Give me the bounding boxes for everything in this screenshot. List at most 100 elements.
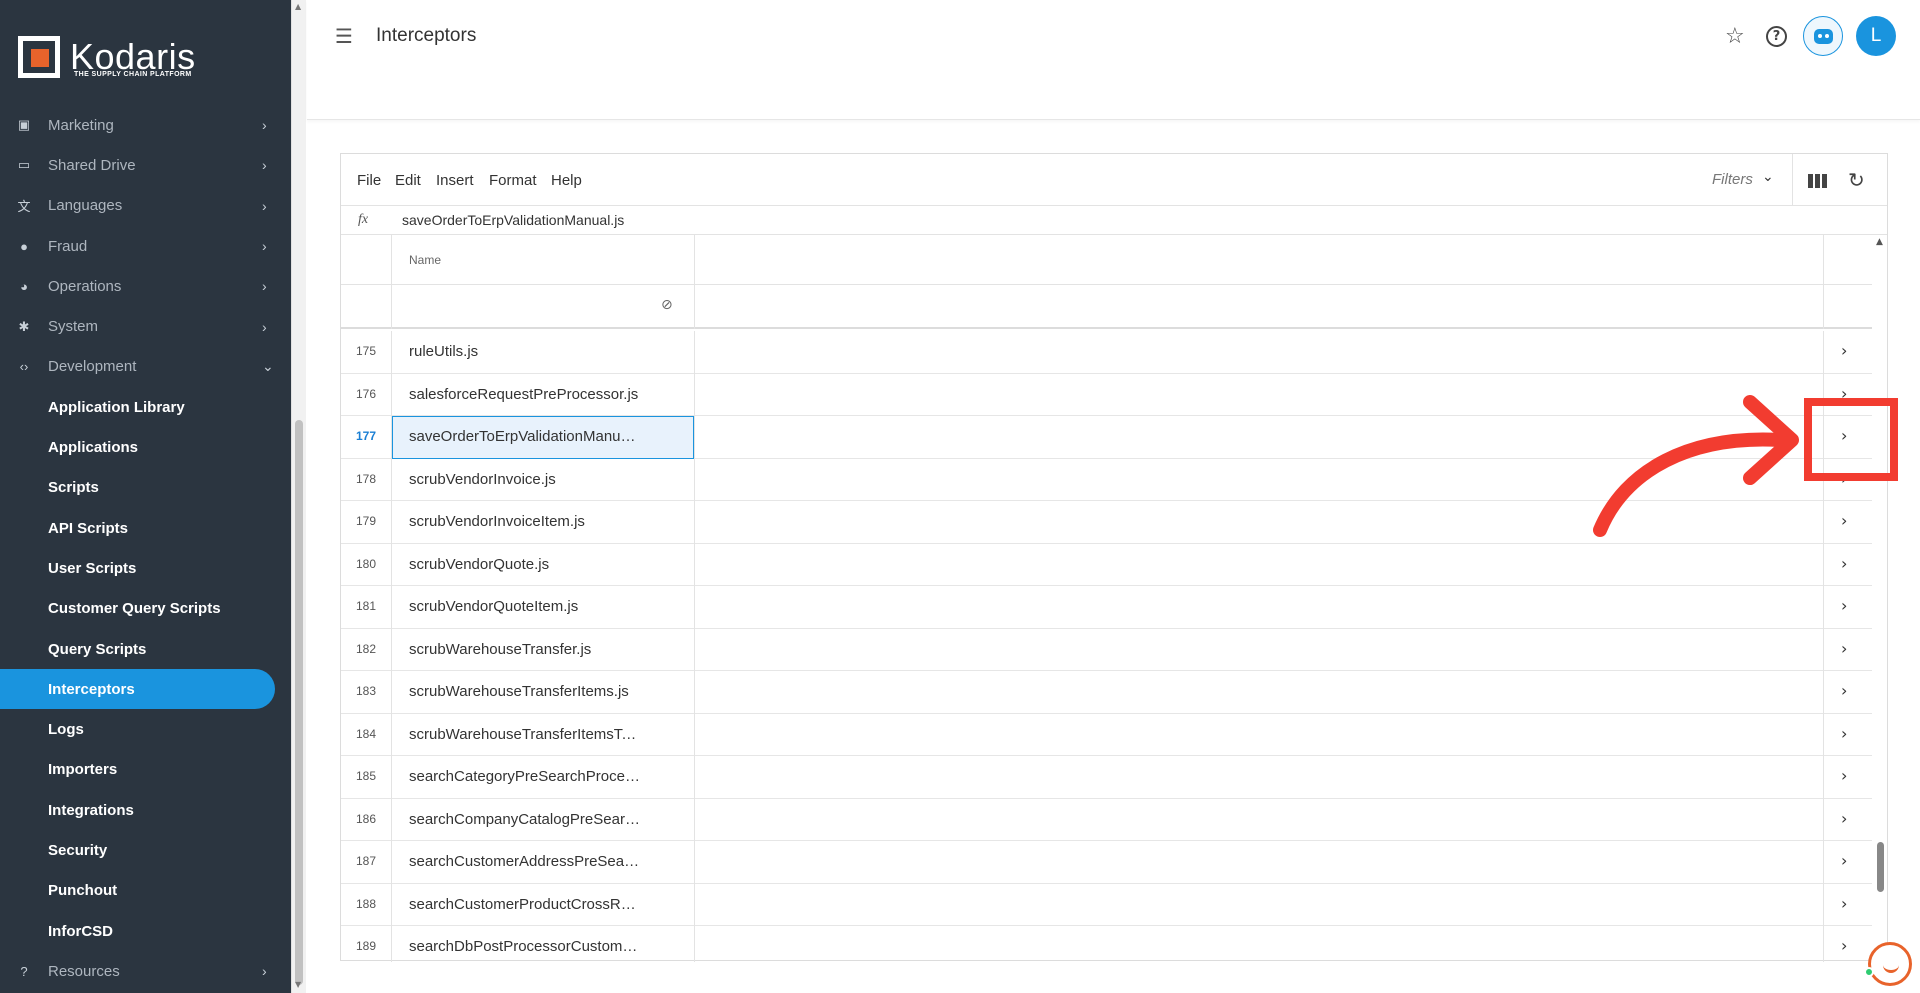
table-row[interactable]: 189 searchDbPostProcessorCustomFields.js › xyxy=(341,926,1872,962)
table-row[interactable]: 180 scrubVendorQuote.js › xyxy=(341,543,1872,587)
name-cell[interactable]: searchCustomerProductCrossReference... xyxy=(409,896,641,913)
chevron-right-icon: › xyxy=(262,278,267,295)
help-circle-icon: ? xyxy=(20,963,28,979)
name-cell[interactable]: saveOrderToErpValidationManual.js xyxy=(409,428,641,445)
chevron-right-icon[interactable]: › xyxy=(1841,809,1847,828)
table-row[interactable]: 182 scrubWarehouseTransfer.js › xyxy=(341,628,1872,672)
sidebar-item-customer-query-scripts[interactable]: Customer Query Scripts xyxy=(0,589,291,629)
sidebar-item-logs[interactable]: Logs xyxy=(0,709,291,749)
help-icon[interactable]: ? xyxy=(1766,26,1787,47)
name-cell[interactable]: ruleUtils.js xyxy=(409,343,641,360)
name-cell[interactable]: scrubVendorQuote.js xyxy=(409,556,641,573)
scroll-up-icon[interactable]: ▲ xyxy=(1876,237,1883,247)
sidebar-item-fraud[interactable]: ● Fraud › xyxy=(0,226,291,266)
sidebar-item-inforcsd[interactable]: InforCSD xyxy=(0,911,291,951)
chat-widget-icon[interactable] xyxy=(1868,942,1912,986)
name-cell[interactable]: salesforceRequestPreProcessor.js xyxy=(409,386,641,403)
chevron-right-icon[interactable]: › xyxy=(1841,851,1847,870)
table-row[interactable]: 185 searchCategoryPreSearchProcessor.js › xyxy=(341,756,1872,799)
sidebar-scroll-thumb[interactable] xyxy=(295,420,303,985)
sidebar-item-label: User Scripts xyxy=(48,559,137,577)
row-number: 182 xyxy=(355,641,377,656)
sidebar-item-punchout[interactable]: Punchout xyxy=(0,871,291,911)
chevron-down-icon[interactable]: ⌄ xyxy=(1762,169,1774,185)
menu-help[interactable]: Help xyxy=(551,172,582,189)
grid-scrollbar[interactable]: ▲ xyxy=(1874,235,1887,962)
table-row[interactable]: 175 ruleUtils.js › xyxy=(341,331,1872,374)
row-number: 175 xyxy=(355,344,377,358)
sidebar-item-applications[interactable]: Applications xyxy=(0,427,291,467)
table-row[interactable]: 181 scrubVendorQuoteItem.js › xyxy=(341,586,1872,629)
sidebar-scrollbar[interactable]: ▲ ▼ xyxy=(291,0,306,993)
menu-edit[interactable]: Edit xyxy=(395,172,421,189)
sidebar-item-resources[interactable]: ? Resources › xyxy=(0,951,291,991)
filters-dropdown[interactable]: Filters xyxy=(1712,171,1753,188)
formula-input[interactable]: saveOrderToErpValidationManual.js xyxy=(402,212,624,228)
menu-insert[interactable]: Insert xyxy=(436,172,474,189)
chevron-right-icon[interactable]: › xyxy=(1841,766,1847,785)
avatar[interactable]: L xyxy=(1856,16,1896,56)
sidebar-item-integrations[interactable]: Integrations xyxy=(0,790,291,830)
chevron-right-icon[interactable]: › xyxy=(1841,936,1847,955)
sidebar-item-development[interactable]: ‹› Development ⌄ xyxy=(0,347,291,387)
chevron-down-icon: ⌄ xyxy=(262,358,274,375)
sidebar-item-query-scripts[interactable]: Query Scripts xyxy=(0,629,291,669)
sidebar-item-system[interactable]: ✱ System › xyxy=(0,306,291,346)
sidebar-item-security[interactable]: Security xyxy=(0,830,291,870)
chevron-right-icon[interactable]: › xyxy=(1841,596,1847,615)
sidebar-item-label: Applications xyxy=(48,439,139,457)
sidebar-item-application-library[interactable]: Application Library xyxy=(0,387,291,427)
table-row[interactable]: 188 searchCustomerProductCrossReference..… xyxy=(341,883,1872,927)
table-row[interactable]: 183 scrubWarehouseTransferItems.js › xyxy=(341,671,1872,714)
menu-format[interactable]: Format xyxy=(489,172,537,189)
sidebar-item-interceptors[interactable]: Interceptors xyxy=(0,669,275,710)
column-header-name[interactable]: Name xyxy=(409,253,441,267)
chart-pie-icon: ◕ xyxy=(20,278,28,294)
chevron-right-icon[interactable]: › xyxy=(1841,341,1847,360)
assistant-bot-button[interactable] xyxy=(1803,16,1843,56)
row-number: 186 xyxy=(355,811,377,826)
sidebar-item-api-scripts[interactable]: API Scripts xyxy=(0,508,291,548)
table-row[interactable]: 187 searchCustomerAddressPreSearchProc...… xyxy=(341,841,1872,884)
columns-icon[interactable] xyxy=(1808,174,1827,188)
filter-off-icon[interactable]: ⊘ xyxy=(661,297,673,313)
name-cell[interactable]: scrubWarehouseTransferItems.js xyxy=(409,683,641,700)
chevron-right-icon[interactable]: › xyxy=(1841,681,1847,700)
logo[interactable]: Kodaris THE SUPPLY CHAIN PLATFORM xyxy=(0,0,291,110)
divider xyxy=(1792,154,1793,206)
name-cell[interactable]: scrubWarehouseTransferItemsToDelete.js xyxy=(409,726,641,743)
chevron-right-icon[interactable]: › xyxy=(1841,724,1847,743)
sidebar-item-scripts[interactable]: Scripts xyxy=(0,468,291,508)
table-row[interactable]: 186 searchCompanyCatalogPreSearchProce...… xyxy=(341,798,1872,842)
name-cell[interactable]: searchCompanyCatalogPreSearchProce... xyxy=(409,811,641,828)
menu-file[interactable]: File xyxy=(357,172,381,189)
name-cell[interactable]: scrubVendorQuoteItem.js xyxy=(409,598,641,615)
refresh-icon[interactable]: ↻ xyxy=(1848,168,1865,192)
chevron-right-icon[interactable]: › xyxy=(1841,639,1847,658)
sidebar-item-operations[interactable]: ◕ Operations › xyxy=(0,266,291,306)
star-icon[interactable]: ☆ xyxy=(1725,24,1745,49)
name-cell[interactable]: scrubVendorInvoice.js xyxy=(409,471,641,488)
table-row[interactable]: 184 scrubWarehouseTransferItemsToDelete.j… xyxy=(341,713,1872,757)
scroll-up-icon[interactable]: ▲ xyxy=(295,2,301,11)
scroll-down-icon[interactable]: ▼ xyxy=(295,980,301,989)
sidebar-item-user-scripts[interactable]: User Scripts xyxy=(0,548,291,588)
sidebar-item-importers[interactable]: Importers xyxy=(0,750,291,790)
sidebar-item-languages[interactable]: 文 Languages › xyxy=(0,186,291,226)
sidebar-item-marketing[interactable]: ▣ Marketing › xyxy=(0,105,291,145)
name-cell[interactable]: searchCategoryPreSearchProcessor.js xyxy=(409,768,641,785)
name-cell[interactable]: searchDbPostProcessorCustomFields.js xyxy=(409,938,641,955)
menu-icon[interactable]: ☰ xyxy=(335,26,355,46)
chevron-right-icon[interactable]: › xyxy=(1841,554,1847,573)
name-cell[interactable]: scrubWarehouseTransfer.js xyxy=(409,641,641,658)
brand-tagline: THE SUPPLY CHAIN PLATFORM xyxy=(74,71,192,78)
name-cell[interactable]: searchCustomerAddressPreSearchProc... xyxy=(409,853,641,870)
sidebar-item-shared-drive[interactable]: ▭ Shared Drive › xyxy=(0,145,291,185)
name-cell[interactable]: scrubVendorInvoiceItem.js xyxy=(409,513,641,530)
chevron-right-icon[interactable]: › xyxy=(1841,511,1847,530)
sidebar-item-label: API Scripts xyxy=(48,519,129,537)
page-title: Interceptors xyxy=(376,25,477,46)
grid-scroll-thumb[interactable] xyxy=(1877,842,1884,892)
chevron-right-icon[interactable]: › xyxy=(1841,894,1847,913)
sidebar-item-label: Application Library xyxy=(48,398,185,416)
